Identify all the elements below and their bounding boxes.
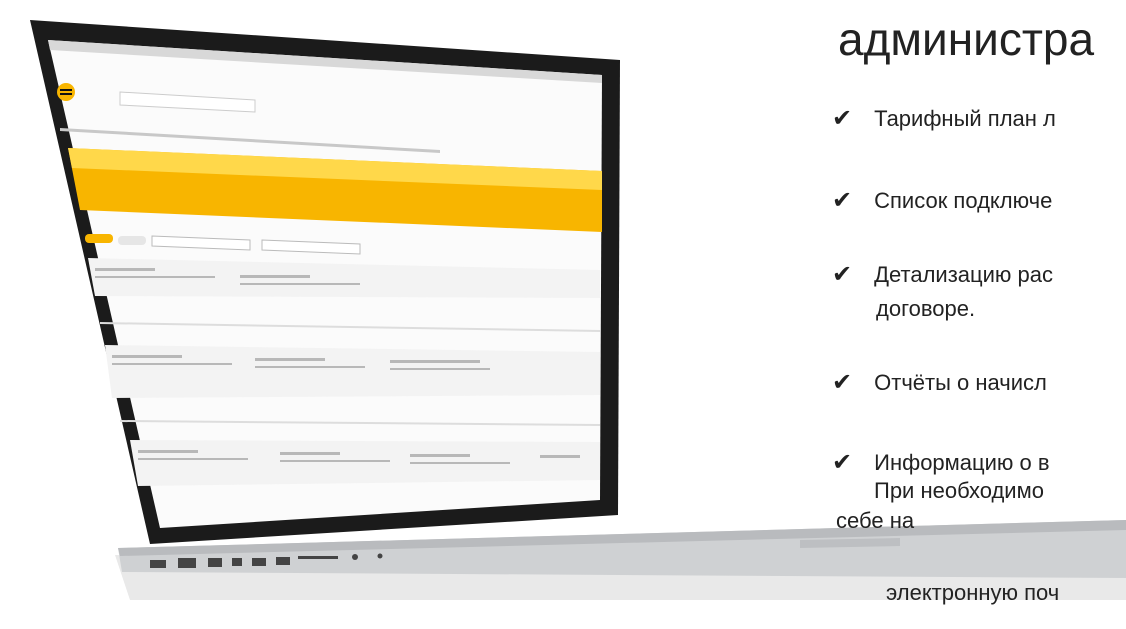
- bullet-item: ✔ Информацию о в: [832, 448, 1050, 477]
- check-icon: ✔: [832, 369, 853, 396]
- slide: администра ✔ Тарифный план л ✔ Список по…: [0, 0, 1126, 629]
- bullet-continuation: электронную поч: [886, 580, 1060, 605]
- bullet-text: Информацию о в: [874, 450, 1050, 475]
- bullet-item: ✔ Детализацию рас: [832, 260, 1053, 289]
- bullet-text: Тарифный план л: [874, 106, 1056, 131]
- bullet-text: Список подключе: [874, 188, 1053, 213]
- screen-tab-other: [118, 236, 146, 245]
- bullet-text: Детализацию рас: [874, 262, 1054, 287]
- check-icon: ✔: [832, 449, 853, 476]
- bullet-continuation: договоре.: [876, 296, 976, 321]
- check-icon: ✔: [832, 261, 853, 288]
- bullet-continuation: При необходимо: [874, 478, 1044, 503]
- bullet-text: Отчёты о начисл: [874, 370, 1047, 395]
- slide-heading: администра: [838, 13, 1095, 65]
- bullet-item: ✔ Тарифный план л: [832, 104, 1056, 133]
- screen-tab-active: [85, 234, 113, 243]
- bullet-continuation: себе на: [836, 508, 915, 533]
- bullet-item: ✔ Отчёты о начисл: [832, 368, 1047, 397]
- check-icon: ✔: [832, 187, 853, 214]
- bullet-item: ✔ Список подключе: [832, 186, 1052, 215]
- check-icon: ✔: [832, 105, 853, 132]
- beeline-logo-icon: [57, 83, 75, 101]
